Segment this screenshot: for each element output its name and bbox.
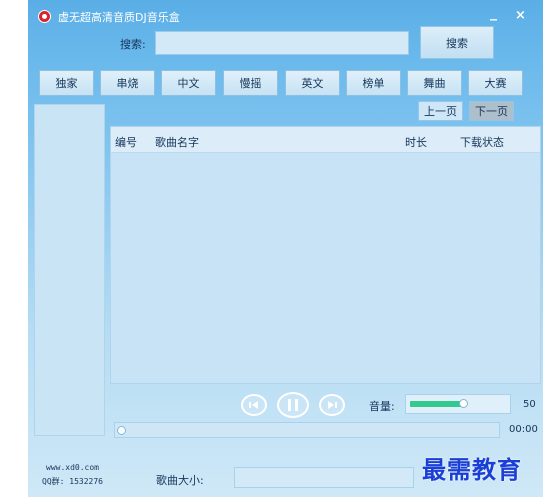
search-label: 搜索: bbox=[120, 38, 146, 51]
search-button[interactable]: 搜索 bbox=[420, 26, 494, 59]
site-url: www.xd0.com bbox=[46, 463, 99, 472]
category-tab-contest[interactable]: 大赛 bbox=[468, 70, 523, 96]
column-download-status[interactable]: 下载状态 bbox=[460, 134, 504, 150]
prev-page-button[interactable]: 上一页 bbox=[418, 101, 463, 121]
volume-slider[interactable] bbox=[405, 394, 511, 414]
pause-icon bbox=[288, 399, 298, 411]
minimize-button[interactable]: _ bbox=[490, 5, 497, 21]
search-input[interactable] bbox=[155, 31, 409, 55]
category-tab-charts[interactable]: 榜单 bbox=[346, 70, 401, 96]
song-list[interactable]: 编号 歌曲名字 时长 下载状态 bbox=[110, 126, 541, 384]
volume-knob[interactable] bbox=[459, 399, 468, 408]
song-size-field bbox=[234, 467, 414, 488]
progress-slider[interactable] bbox=[114, 422, 500, 438]
progress-knob[interactable] bbox=[117, 426, 126, 435]
window-title: 虚无超高清音质DJ音乐盒 bbox=[58, 11, 180, 24]
next-track-icon bbox=[328, 401, 337, 409]
playback-time: 00:00 bbox=[509, 424, 538, 435]
volume-value: 50 bbox=[523, 399, 536, 410]
prev-track-button[interactable] bbox=[241, 394, 267, 416]
category-tab-chinese[interactable]: 中文 bbox=[161, 70, 216, 96]
song-list-header: 编号 歌曲名字 时长 下载状态 bbox=[111, 127, 540, 153]
next-track-button[interactable] bbox=[319, 394, 345, 416]
logo-icon bbox=[38, 10, 51, 23]
next-page-button[interactable]: 下一页 bbox=[469, 101, 514, 121]
qq-group: QQ群: 1532276 bbox=[42, 477, 103, 486]
volume-fill bbox=[410, 401, 462, 407]
column-duration[interactable]: 时长 bbox=[405, 134, 427, 150]
category-tab-dance[interactable]: 舞曲 bbox=[407, 70, 462, 96]
volume-label: 音量: bbox=[369, 400, 395, 413]
pause-button[interactable] bbox=[277, 392, 309, 418]
song-size-label: 歌曲大小: bbox=[156, 474, 204, 487]
column-number[interactable]: 编号 bbox=[115, 134, 137, 150]
category-tab-medley[interactable]: 串烧 bbox=[100, 70, 155, 96]
column-song-name[interactable]: 歌曲名字 bbox=[155, 134, 199, 150]
brand-watermark: 最需教育 bbox=[422, 455, 522, 484]
category-tab-exclusive[interactable]: 独家 bbox=[39, 70, 94, 96]
category-tab-slow-rock[interactable]: 慢摇 bbox=[223, 70, 278, 96]
close-button[interactable]: × bbox=[515, 8, 526, 23]
prev-track-icon bbox=[249, 401, 258, 409]
sidebar-panel bbox=[34, 104, 105, 436]
category-tab-english[interactable]: 英文 bbox=[285, 70, 340, 96]
app-window: 虚无超高清音质DJ音乐盒 _ × 搜索: 搜索 独家 串烧 中文 慢摇 英文 榜… bbox=[28, 0, 543, 497]
